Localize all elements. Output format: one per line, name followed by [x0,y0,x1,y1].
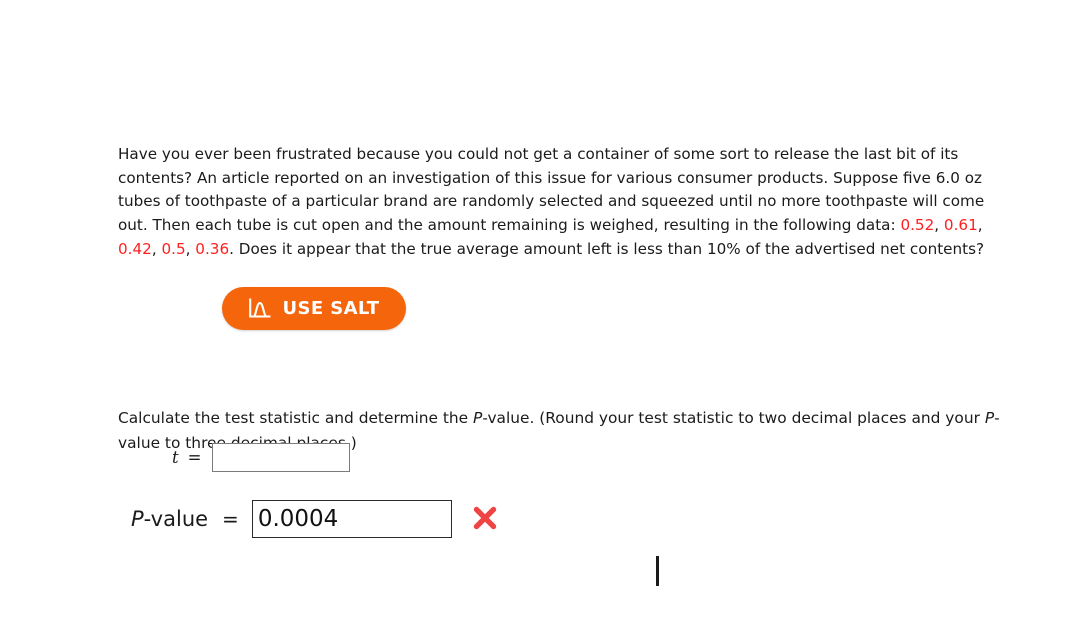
p-value-label: P-value [131,507,208,531]
exercise-page: Have you ever been frustrated because yo… [0,0,1086,638]
p-value-equals-sign: = [222,507,239,531]
question-prompt: Have you ever been frustrated because yo… [118,143,1008,261]
p-italic-2: P [984,409,995,428]
p-value-label-rest: -value [143,507,209,531]
instruction-segment-2: -value. (Round your test statistic to tw… [482,409,985,428]
p-value-input[interactable] [251,500,452,538]
text-cursor-artifact [656,556,659,586]
test-statistic-row: t = [172,443,351,472]
p-value-row: P-value = [131,500,499,538]
prompt-text-part1: Have you ever been frustrated because yo… [118,145,985,234]
test-statistic-input[interactable] [212,443,351,472]
t-equals-sign: = [187,448,202,467]
red-x-icon [471,505,499,533]
instruction-segment-1: Calculate the test statistic and determi… [118,409,474,428]
p-italic-1: P [473,409,483,428]
data-separator-2: , [977,215,983,234]
data-value-4: 0.5 [161,239,186,258]
data-value-2: 0.61 [943,215,978,234]
p-value-label-italic: P [131,507,144,531]
distribution-curve-icon [248,298,272,319]
t-label: t [172,448,179,467]
use-salt-label: USE SALT [282,298,380,319]
data-separator-4: , [185,239,196,258]
data-value-3: 0.42 [118,239,152,258]
data-value-1: 0.52 [900,215,935,234]
use-salt-button[interactable]: USE SALT [222,287,406,330]
prompt-text-part2: Does it appear that the true average amo… [233,239,985,258]
data-separator-1: , [934,215,944,234]
data-value-5: 0.36 [195,239,230,258]
